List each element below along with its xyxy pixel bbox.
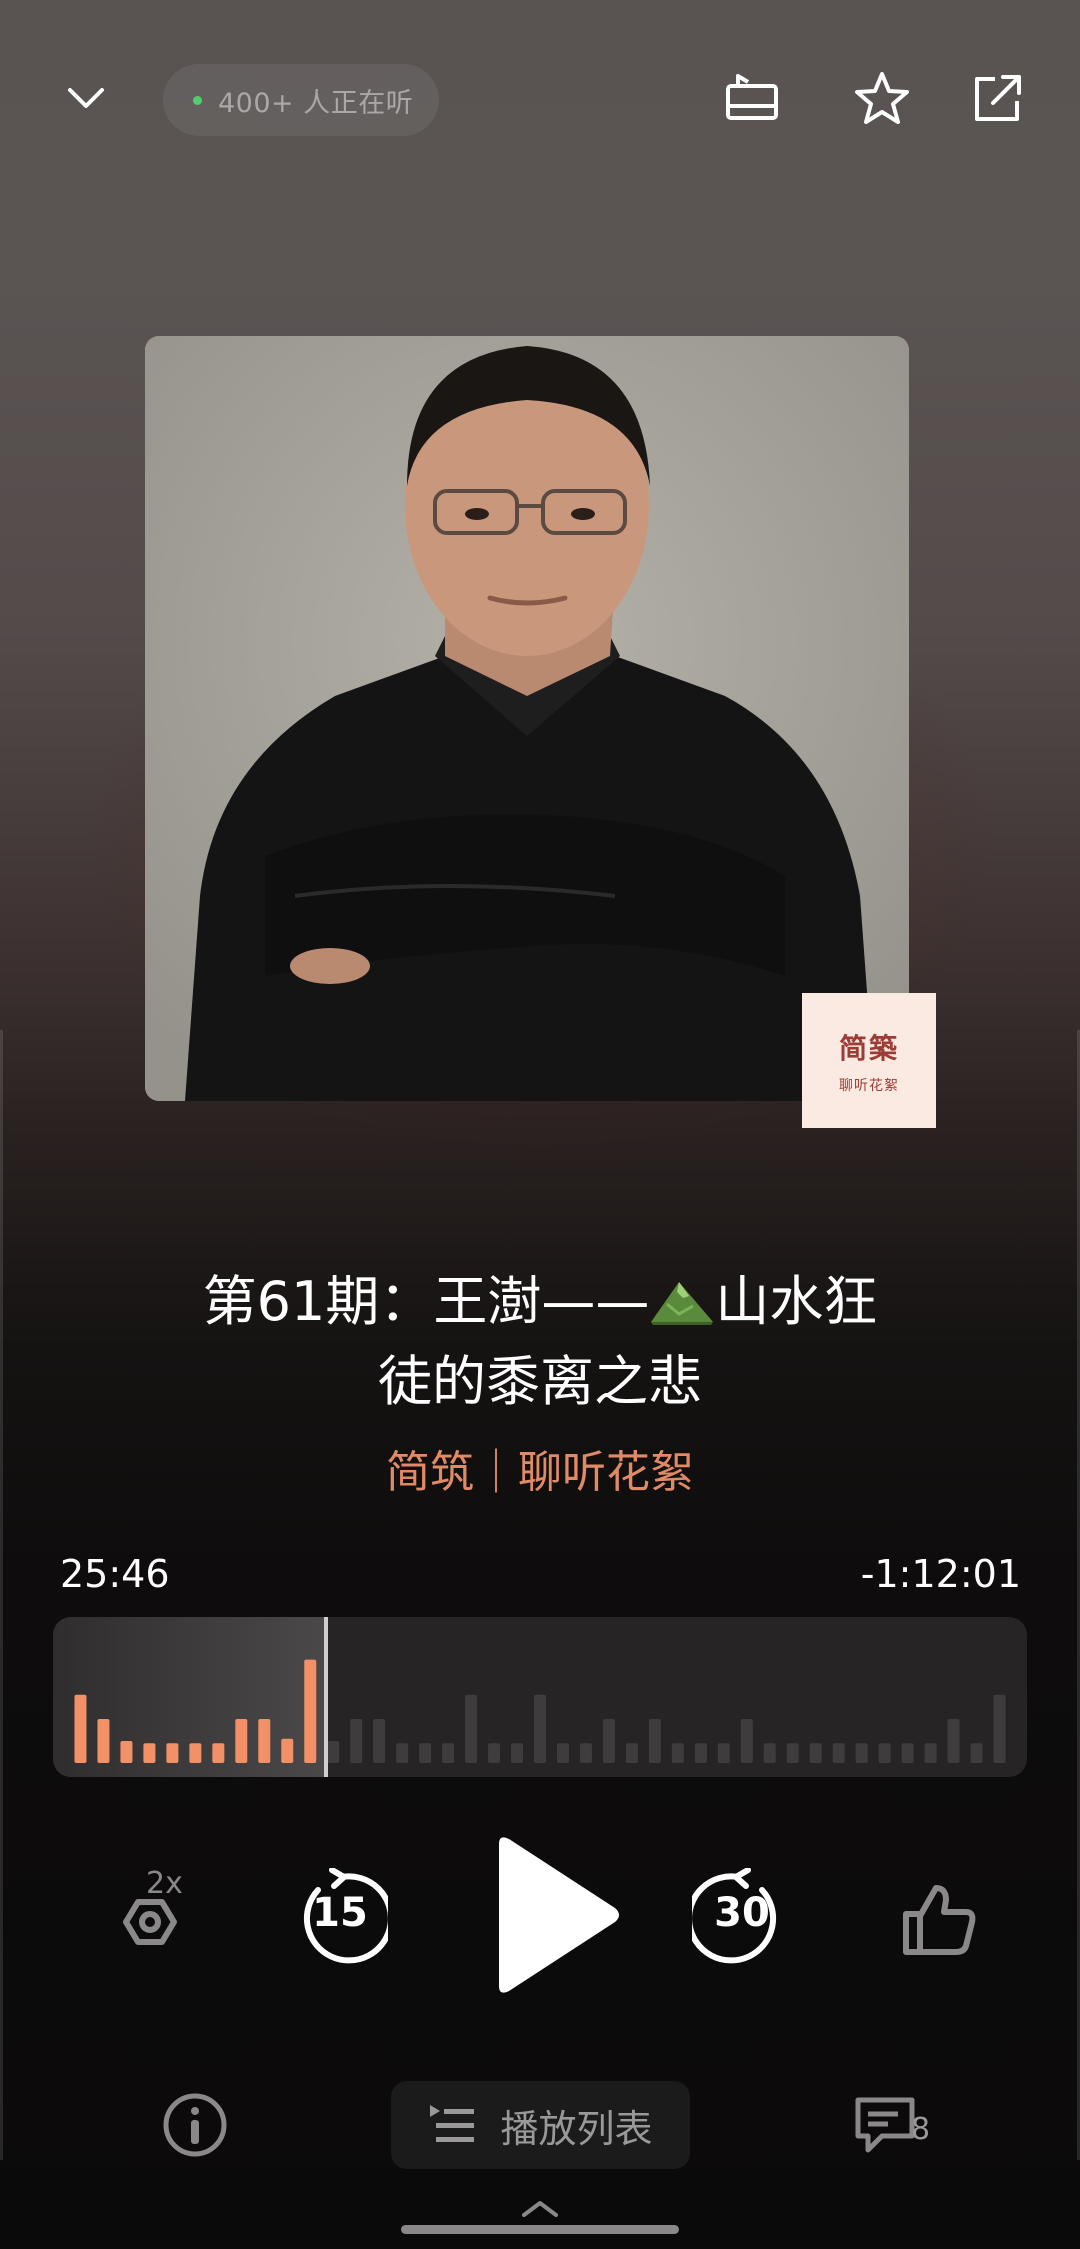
- live-dot: [193, 95, 202, 105]
- comment-count: 8: [911, 2112, 931, 2147]
- listeners-pill: 400+ 人正在听: [163, 64, 439, 136]
- playhead-cursor[interactable]: [323, 1617, 328, 1777]
- waveform-bar: [832, 1743, 845, 1763]
- playlist-button[interactable]: 播放列表: [391, 2081, 690, 2169]
- show-logo-badge: 简築 聊听花絮: [802, 993, 936, 1128]
- waveform-bar: [855, 1743, 868, 1763]
- screen-cast-icon: [726, 74, 778, 120]
- waveform-bar: [534, 1694, 546, 1763]
- waveform-bar: [602, 1719, 615, 1763]
- title-line1-start: 第61期：王澍——: [202, 1270, 650, 1333]
- waveform-bar: [327, 1741, 340, 1763]
- elapsed-time: 25:46: [60, 1552, 170, 1596]
- chevron-down-icon: [68, 88, 104, 108]
- episode-title-line1: 第61期：王澍—— 山水狂: [100, 1262, 980, 1342]
- badge-main-text: 简築: [838, 1031, 899, 1065]
- waveform-bar: [625, 1743, 638, 1763]
- waveform-bar: [373, 1719, 386, 1763]
- rewind-15-label: 15: [312, 1890, 368, 1936]
- show-name-link[interactable]: 简筑｜聊听花絮: [100, 1436, 980, 1500]
- star-icon: [855, 72, 909, 124]
- expand-handle[interactable]: [510, 2196, 570, 2222]
- share-icon: [975, 75, 1021, 121]
- waveform-bar: [786, 1743, 799, 1763]
- waveform-bar: [419, 1743, 432, 1763]
- waveform-bar-played: [258, 1719, 271, 1763]
- waveform-bar: [717, 1743, 730, 1763]
- waveform-bar: [442, 1743, 455, 1763]
- title-line1-end: 山水狂: [715, 1270, 878, 1333]
- cast-button[interactable]: [722, 68, 782, 128]
- waveform-bar: [465, 1694, 478, 1763]
- waveform-bar: [396, 1743, 409, 1763]
- waveform-bar-played: [120, 1741, 133, 1763]
- waveform-bar: [809, 1743, 822, 1763]
- waveform-bar: [694, 1743, 707, 1763]
- listeners-label: 400+ 人正在听: [218, 87, 414, 119]
- waveform-bar-played: [143, 1743, 156, 1763]
- mountain-emoji-icon: [651, 1282, 714, 1325]
- waveform-bar: [878, 1743, 891, 1763]
- info-icon: [163, 2093, 227, 2157]
- waveform-bar-played: [74, 1694, 87, 1763]
- playlist-label: 播放列表: [500, 2106, 653, 2151]
- waveform-bar: [970, 1743, 983, 1763]
- forward-30-label: 30: [714, 1890, 770, 1936]
- home-indicator[interactable]: [401, 2225, 679, 2234]
- comments-button[interactable]: [850, 2090, 920, 2160]
- episode-title-line2: 徒的黍离之悲: [378, 1350, 702, 1413]
- waveform-bar: [350, 1719, 363, 1763]
- waveform-scrubber[interactable]: [53, 1617, 1027, 1777]
- waveform-bar: [763, 1743, 776, 1763]
- waveform-bars: [74, 1659, 1006, 1763]
- chevron-up-icon: [522, 2201, 558, 2217]
- remaining-time: -1:12:01: [860, 1552, 1021, 1596]
- waveform-bar: [740, 1719, 753, 1763]
- waveform-bar-played: [235, 1719, 248, 1763]
- speed-label: 2x: [146, 1866, 183, 1901]
- episode-cover-image: [145, 336, 909, 1101]
- waveform-bar: [993, 1694, 1006, 1763]
- waveform-bar: [924, 1743, 937, 1763]
- waveform-bar-played: [97, 1719, 110, 1763]
- waveform-bar: [648, 1719, 661, 1763]
- portrait-illustration: [145, 336, 909, 1101]
- waveform-bar-played: [281, 1738, 294, 1763]
- badge-sub-text: 聊听花絮: [839, 1077, 899, 1094]
- thumbs-up-icon: [903, 1885, 976, 1955]
- waveform-bar: [901, 1743, 914, 1763]
- like-button[interactable]: [890, 1870, 990, 1970]
- left-edge-line: [0, 1030, 3, 2160]
- play-icon: [499, 1837, 619, 1993]
- share-button[interactable]: [968, 68, 1028, 128]
- collapse-button[interactable]: [58, 70, 114, 126]
- waveform-bar: [556, 1743, 569, 1763]
- waveform-bar: [671, 1743, 684, 1763]
- waveform-bar: [488, 1743, 501, 1763]
- waveform-bar-played: [304, 1659, 317, 1763]
- waveform-bar-played: [212, 1743, 225, 1763]
- waveform-bar-played: [166, 1743, 179, 1763]
- info-button[interactable]: [160, 2090, 230, 2160]
- favorite-button[interactable]: [852, 68, 912, 128]
- playlist-icon: [430, 2105, 475, 2142]
- waveform-bar: [511, 1743, 524, 1763]
- comment-icon: [855, 2097, 915, 2153]
- episode-title: 第61期：王澍—— 山水狂 徒的黍离之悲: [100, 1262, 980, 1422]
- waveform-bar-played: [189, 1743, 202, 1763]
- waveform-bar: [579, 1743, 592, 1763]
- waveform-bar: [947, 1719, 960, 1763]
- play-button[interactable]: [480, 1830, 630, 2000]
